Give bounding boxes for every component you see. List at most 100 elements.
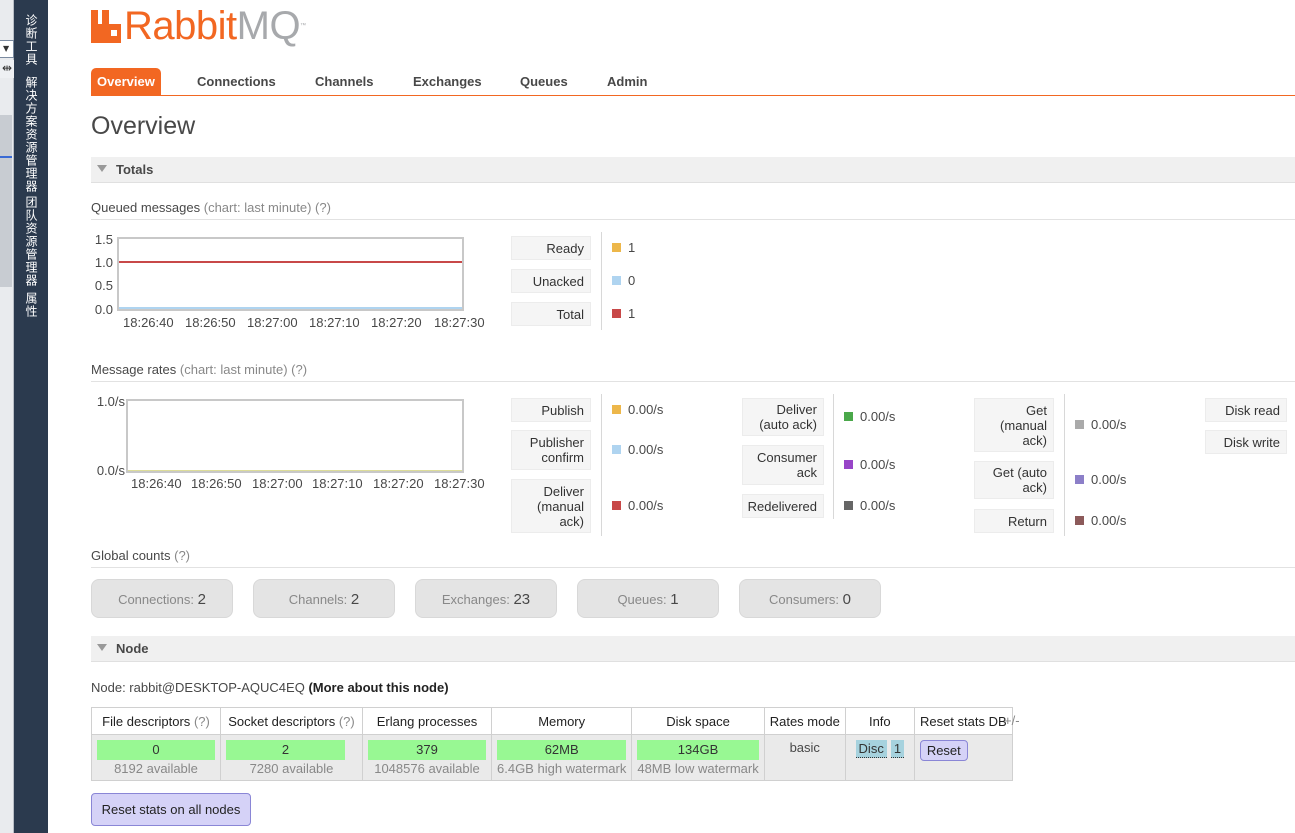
disk-cell: 134GB 48MB low watermark — [631, 734, 765, 781]
rates-x-tick: 18:27:20 — [373, 476, 424, 491]
get-manual-rate: 0.00/s — [1091, 417, 1127, 432]
rates-x-tick: 18:27:10 — [312, 476, 363, 491]
totals-section-header[interactable]: Totals — [91, 157, 1295, 183]
connections-count-value: 2 — [197, 591, 206, 608]
tab-channels[interactable]: Channels — [309, 68, 380, 95]
consumers-count-value: 0 — [842, 591, 852, 608]
publish-rate: 0.00/s — [628, 402, 664, 417]
rabbitmq-logo[interactable]: RabbitMQ™ — [91, 6, 306, 46]
rates-x-tick: 18:27:00 — [252, 476, 303, 491]
tab-admin[interactable]: Admin — [601, 68, 653, 95]
legend-get-auto-value: 0.00/s — [1075, 472, 1126, 487]
queued-x-tick: 18:27:00 — [247, 315, 298, 330]
node-table: File descriptors (?) Socket descriptors … — [91, 707, 1013, 781]
logo-rabbit-text: Rabbit — [124, 4, 237, 48]
exchanges-count-label: Exchanges: — [441, 592, 510, 607]
queues-count-label: Queues: — [617, 592, 667, 607]
legend-disk-read-label: Disk read — [1205, 398, 1287, 422]
unacked-swatch — [612, 276, 621, 285]
reset-stats-all-nodes-button[interactable]: Reset stats on all nodes — [91, 793, 251, 826]
queued-x-tick: 18:26:50 — [185, 315, 236, 330]
rates-x-tick: 18:26:50 — [191, 476, 242, 491]
rates-chart-hint[interactable]: (chart: last minute) (?) — [180, 362, 307, 377]
consumer-ack-swatch — [844, 460, 853, 469]
queues-count-button[interactable]: Queues: 1 — [577, 579, 719, 618]
sd-cell: 2 7280 available — [220, 734, 363, 781]
node-section-header[interactable]: Node — [91, 636, 1295, 662]
queued-messages-chart — [117, 237, 464, 311]
totals-section-title: Totals — [116, 162, 154, 177]
main-nav: Overview Connections Channels Exchanges … — [91, 68, 1295, 96]
unacked-series-line — [119, 307, 462, 309]
legend-total-value: 1 — [612, 306, 635, 321]
legend-consumer-ack-value: 0.00/s — [844, 457, 895, 472]
channels-count-label: Channels: — [288, 592, 348, 607]
ide-scrollbar-thumb[interactable] — [0, 115, 12, 287]
connections-count-button[interactable]: Connections: 2 — [91, 579, 233, 618]
mem-watermark: 6.4GB high watermark — [497, 761, 627, 776]
tab-exchanges[interactable]: Exchanges — [407, 68, 488, 95]
count-tag[interactable]: 1 — [890, 740, 905, 758]
col-info: Info — [844, 707, 915, 735]
consumers-count-button[interactable]: Consumers: 0 — [739, 579, 881, 618]
fd-cell: 0 8192 available — [91, 734, 221, 781]
legend-ready-value: 1 — [612, 240, 635, 255]
queued-messages-heading: Queued messages (chart: last minute) (?) — [91, 200, 1295, 220]
legend-return-label: Return — [974, 509, 1054, 533]
rates-mode-cell: basic — [763, 734, 846, 781]
rates-zero-line — [128, 470, 462, 471]
col-rates-mode: Rates mode — [763, 707, 846, 735]
legend-publisher-confirm-value: 0.00/s — [612, 442, 663, 457]
legend-unacked-value: 0 — [612, 273, 635, 288]
reset-button[interactable]: Reset — [919, 740, 968, 761]
ide-tab-solution-explorer[interactable]: 解决方案资源管理器 — [22, 76, 40, 193]
deliver-manual-rate: 0.00/s — [628, 498, 664, 513]
fd-help[interactable]: (?) — [194, 714, 210, 729]
rates-y-tick: 0.0/s — [96, 463, 125, 478]
logo-mq-text: MQ — [236, 4, 301, 48]
erl-bar: 379 — [368, 740, 486, 760]
ide-dropdown[interactable]: ▼ — [0, 40, 14, 58]
node-table-header: File descriptors (?) Socket descriptors … — [91, 707, 1013, 735]
ide-tab-diagnostics[interactable]: 诊断工具 — [22, 14, 40, 66]
legend-divider — [833, 394, 834, 519]
legend-redelivered-value: 0.00/s — [844, 498, 895, 513]
get-manual-swatch — [1075, 420, 1084, 429]
legend-disk-write-label: Disk write — [1205, 430, 1287, 454]
global-counts-hint[interactable]: (?) — [174, 548, 190, 563]
split-icon: ⇹ — [2, 61, 13, 75]
queued-chart-hint[interactable]: (chart: last minute) (?) — [204, 200, 331, 215]
legend-deliver-manual-value: 0.00/s — [612, 498, 663, 513]
ide-tab-team-explorer[interactable]: 团队资源管理器 — [22, 196, 40, 287]
ide-tab-properties[interactable]: 属性 — [22, 292, 40, 318]
col-erlang-processes: Erlang processes — [362, 707, 492, 735]
info-cell: Disc 1 — [844, 734, 915, 781]
col-socket-descriptors-label: Socket descriptors — [228, 713, 336, 729]
mem-cell: 62MB 6.4GB high watermark — [490, 734, 633, 781]
queued-messages-title: Queued messages — [91, 200, 201, 215]
ide-split-handle[interactable]: ⇹ — [0, 60, 14, 78]
more-about-node-link[interactable]: (More about this node) — [308, 680, 448, 695]
reset-cell: Reset — [913, 734, 1013, 781]
tab-queues[interactable]: Queues — [514, 68, 574, 95]
column-toggle[interactable]: +/- — [1004, 713, 1020, 728]
collapse-arrow-icon — [97, 644, 107, 651]
erl-cell: 379 1048576 available — [362, 734, 492, 781]
tab-overview[interactable]: Overview — [91, 68, 161, 95]
legend-ready-label: Ready — [511, 236, 591, 260]
collapse-arrow-icon — [97, 165, 107, 172]
ide-scroll-marker — [0, 156, 12, 158]
node-name-line: Node: rabbit@DESKTOP-AQUC4EQ (More about… — [91, 680, 449, 695]
tab-connections[interactable]: Connections — [191, 68, 282, 95]
queued-y-tick: 0.0 — [94, 302, 113, 317]
channels-count-button[interactable]: Channels: 2 — [253, 579, 395, 618]
logo-tm-text: ™ — [300, 23, 306, 29]
publish-swatch — [612, 405, 621, 414]
publisher-confirm-swatch — [612, 445, 621, 454]
disc-tag[interactable]: Disc — [855, 740, 887, 758]
sd-help[interactable]: (?) — [339, 714, 355, 729]
col-file-descriptors: File descriptors (?) — [91, 707, 221, 735]
col-socket-descriptors: Socket descriptors (?) — [220, 707, 363, 735]
total-count: 1 — [628, 306, 636, 321]
exchanges-count-button[interactable]: Exchanges: 23 — [415, 579, 557, 618]
